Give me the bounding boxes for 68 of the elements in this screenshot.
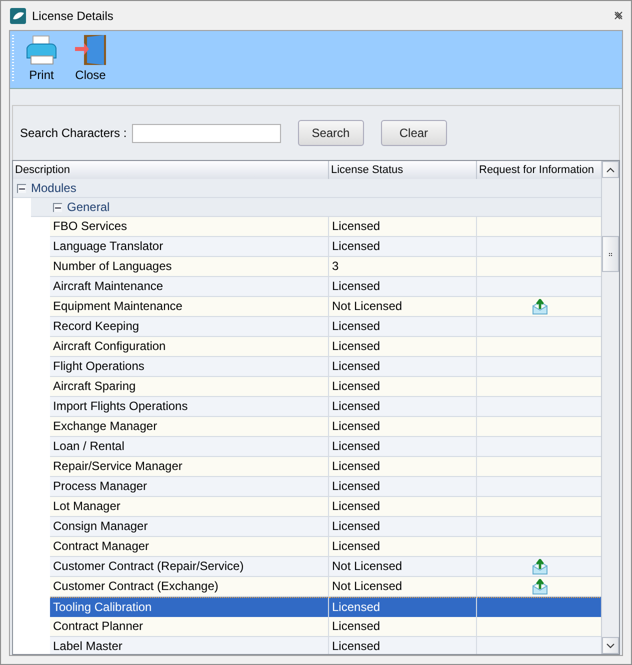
close-button[interactable]: Close (71, 31, 110, 82)
mail-upload-icon[interactable] (532, 298, 548, 315)
clear-button[interactable]: Clear (380, 120, 447, 146)
status-cell: Licensed (329, 277, 477, 298)
status-cell: Licensed (329, 597, 477, 618)
printer-icon (25, 34, 58, 65)
description-cell: Import Flights Operations (50, 397, 329, 418)
status-cell: Licensed (329, 517, 477, 538)
status-cell: Licensed (329, 497, 477, 518)
description-cell: Number of Languages (50, 257, 329, 278)
status-cell: Not Licensed (329, 297, 477, 318)
status-cell: Licensed (329, 437, 477, 458)
status-cell: Licensed (329, 317, 477, 338)
description-cell: Contract Planner (50, 617, 329, 638)
mail-upload-icon[interactable] (532, 558, 548, 575)
status-cell: Not Licensed (329, 577, 477, 598)
print-button[interactable]: Print (22, 31, 61, 82)
grip-icon (609, 252, 612, 256)
status-cell: Licensed (329, 397, 477, 418)
mail-upload-icon[interactable] (532, 578, 548, 595)
caret-up-icon (606, 166, 616, 173)
app-icon (10, 8, 26, 24)
description-cell: Aircraft Configuration (50, 337, 329, 358)
description-cell: Language Translator (50, 237, 329, 258)
description-cell: Aircraft Maintenance (50, 277, 329, 298)
status-cell: Licensed (329, 477, 477, 498)
group-label: General (67, 200, 110, 214)
description-cell: Customer Contract (Exchange) (50, 577, 329, 598)
description-cell: Label Master (50, 637, 329, 654)
description-cell: FBO Services (50, 217, 329, 238)
status-cell: Not Licensed (329, 557, 477, 578)
status-cell: Licensed (329, 377, 477, 398)
status-cell: Licensed (329, 217, 477, 238)
status-cell: Licensed (329, 617, 477, 638)
status-cell: Licensed (329, 357, 477, 378)
search-field[interactable] (132, 124, 281, 143)
status-cell: Licensed (329, 337, 477, 358)
search-label: Search Characters : (20, 126, 127, 140)
status-cell: Licensed (329, 237, 477, 258)
description-cell: Exchange Manager (50, 417, 329, 438)
door-exit-icon (74, 34, 107, 65)
description-cell: Loan / Rental (50, 437, 329, 458)
description-cell: Lot Manager (50, 497, 329, 518)
caret-down-icon (606, 642, 616, 648)
status-cell: 3 (329, 257, 477, 278)
group-label: Modules (31, 181, 76, 196)
description-cell: Equipment Maintenance (50, 297, 329, 318)
window-title: License Details (32, 8, 114, 22)
status-cell: Licensed (329, 457, 477, 478)
description-cell: Flight Operations (50, 357, 329, 378)
scroll-up-button[interactable] (602, 161, 619, 178)
description-cell: Contract Manager (50, 537, 329, 558)
scrollbar-thumb[interactable] (602, 236, 619, 272)
status-cell: Licensed (329, 637, 477, 654)
close-icon[interactable] (614, 11, 623, 20)
description-cell: Process Manager (50, 477, 329, 498)
description-cell: Tooling Calibration (50, 597, 329, 618)
search-button[interactable]: Search (298, 120, 364, 146)
description-cell: Record Keeping (50, 317, 329, 338)
status-cell: Licensed (329, 417, 477, 438)
scroll-down-button[interactable] (602, 637, 619, 654)
status-cell: Licensed (329, 537, 477, 558)
description-cell: Customer Contract (Repair/Service) (50, 557, 329, 578)
description-cell: Repair/Service Manager (50, 457, 329, 478)
description-cell: Consign Manager (50, 517, 329, 538)
collapse-icon[interactable] (53, 202, 62, 212)
description-cell: Aircraft Sparing (50, 377, 329, 398)
collapse-icon[interactable] (17, 184, 26, 193)
